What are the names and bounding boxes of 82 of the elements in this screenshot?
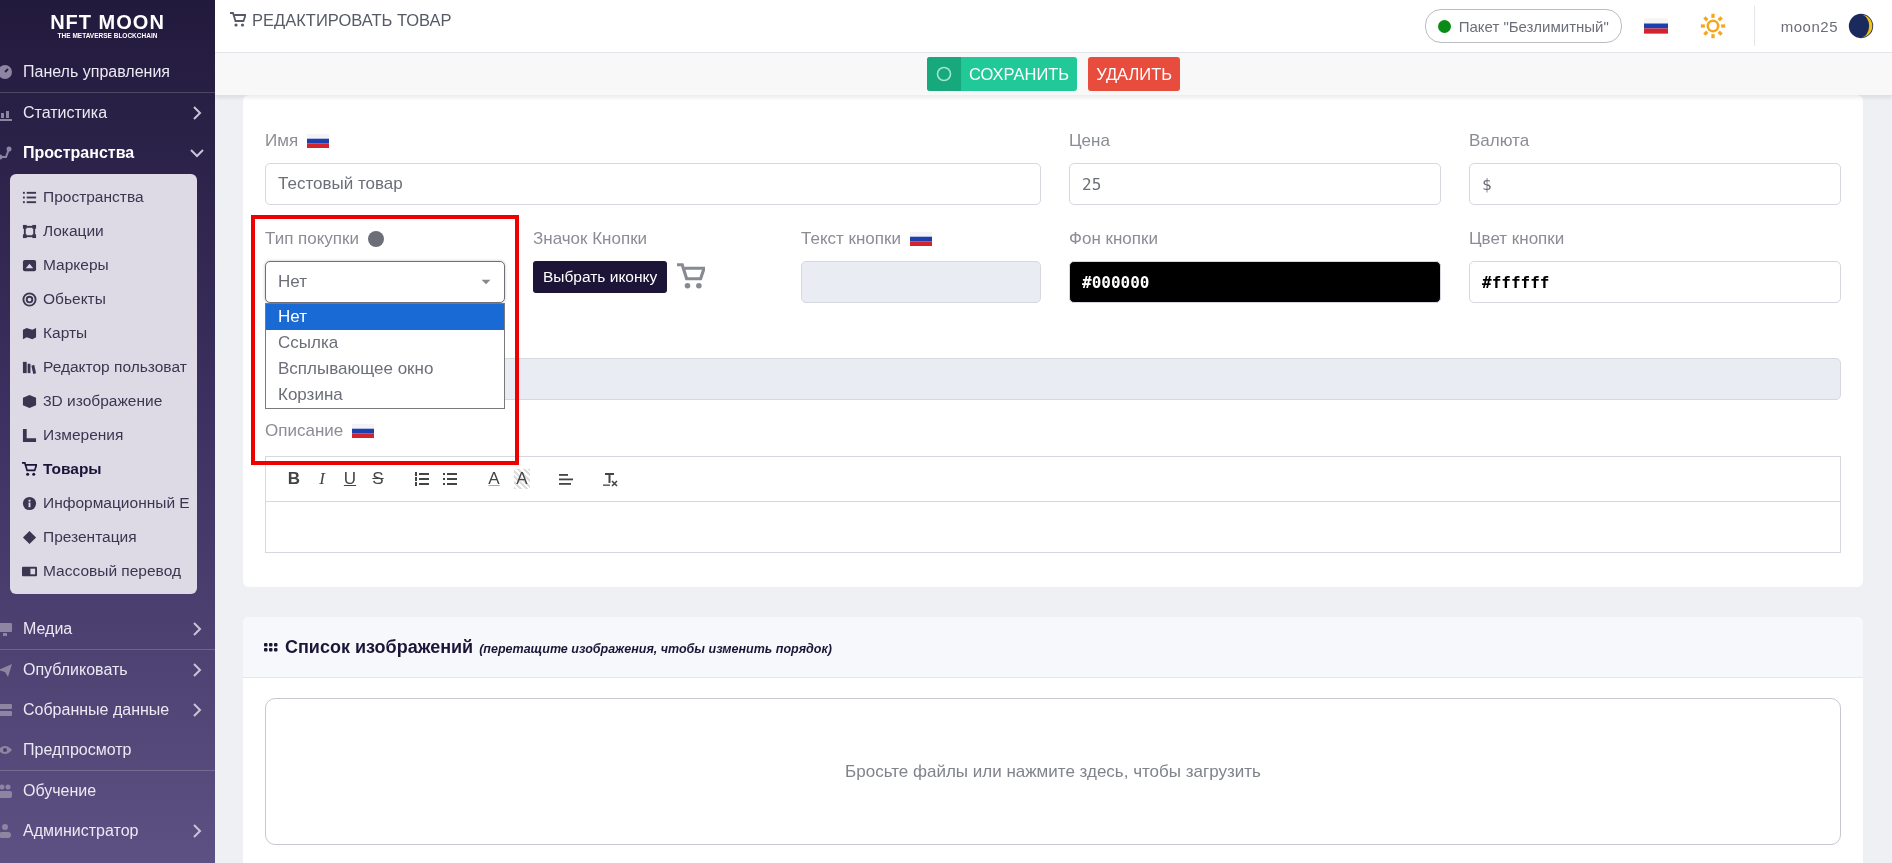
paper-plane-icon [0, 662, 13, 678]
submenu-item[interactable]: Карты [10, 316, 197, 350]
sidebar-item[interactable]: Предпросмотр [0, 730, 215, 770]
map-icon [22, 325, 37, 341]
ruler-icon [22, 427, 37, 443]
clear-format-icon [602, 471, 618, 487]
italic-button[interactable]: I [308, 465, 336, 493]
sidebar-item[interactable]: Пространства [0, 133, 215, 173]
submenu-item[interactable]: Презентация [10, 520, 197, 554]
submenu-item[interactable]: Товары [10, 452, 197, 486]
submenu-item[interactable]: Локации [10, 214, 197, 248]
section-title: Список изображений [285, 636, 474, 658]
sidebar-item[interactable]: Панель управления [0, 52, 215, 92]
target-icon [22, 291, 37, 307]
input-field[interactable]: #000000 [1069, 261, 1441, 303]
people-icon [0, 783, 13, 799]
monitor-icon [0, 621, 13, 637]
select-field[interactable]: Нет [265, 261, 505, 303]
delete-button[interactable]: УДАЛИТЬ [1088, 57, 1181, 91]
list-icon [22, 189, 37, 205]
logo-title: NFT MOON [50, 12, 165, 32]
user-icon [0, 823, 13, 839]
dropdown-option[interactable]: Корзина [266, 382, 504, 408]
server-icon [0, 702, 13, 718]
numbered-list-icon [414, 471, 430, 487]
input-field[interactable]: $ [1469, 163, 1841, 205]
cart-icon [22, 461, 37, 477]
bullet-list-icon [442, 471, 458, 487]
sidebar-item[interactable]: Собранные данные [0, 690, 215, 730]
books-icon [22, 359, 37, 375]
choose-icon-button[interactable]: Выбрать иконку [533, 261, 668, 293]
sidebar-item[interactable]: Статистика [0, 92, 215, 133]
input-field[interactable]: 25 [1069, 163, 1441, 205]
field-label: Имя [265, 131, 299, 151]
cart-icon [230, 12, 246, 28]
submenu-item[interactable]: 3D изображение [10, 384, 197, 418]
field-label: Цена [1069, 131, 1110, 151]
dropdown-option[interactable]: Всплывающее окно [266, 356, 504, 382]
bold-button[interactable]: B [280, 465, 308, 493]
field-label: Текст кнопки [801, 229, 901, 249]
russian-flag-icon[interactable] [1643, 18, 1668, 34]
diamond-icon [22, 529, 37, 545]
sidebar-item[interactable]: Обучение [0, 770, 215, 811]
nodes-icon [0, 145, 13, 161]
dropdown-option[interactable]: Нет [266, 304, 504, 330]
username[interactable]: moon25 [1780, 17, 1838, 35]
sidebar-item[interactable]: Администратор [0, 811, 215, 851]
dropdown-option[interactable]: Ссылка [266, 330, 504, 356]
align-left-icon [558, 471, 574, 487]
gauge-icon [0, 64, 13, 80]
font-color-button[interactable]: A [480, 465, 508, 493]
field-label: Цвет кнопки [1469, 229, 1565, 249]
field-label: Описание [265, 421, 344, 441]
sidebar-item[interactable]: Медиа [0, 609, 215, 649]
help-icon[interactable] [368, 231, 384, 247]
circle-icon [935, 66, 952, 82]
image-icon [22, 257, 37, 273]
field-label: Фон кнопки [1069, 229, 1158, 249]
input-field[interactable]: Тестовый товар [265, 163, 1041, 205]
info-icon [22, 495, 37, 511]
avatar-icon[interactable] [1848, 13, 1874, 39]
submenu-item[interactable]: Обьекты [10, 282, 197, 316]
sidebar-item[interactable]: Опубликовать [0, 649, 215, 690]
input-field[interactable]: #ffffff [1469, 261, 1841, 303]
vector-square-icon [22, 223, 37, 239]
submenu-item[interactable]: Информационный Е [10, 486, 197, 520]
file-dropzone[interactable]: Бросьте файлы или нажмите здесь, чтобы загрузить [265, 698, 1841, 845]
cart-icon [677, 263, 706, 291]
underline-button[interactable]: U [336, 465, 364, 493]
section-hint: (перетащите изображения, чтобы изменить порядок) [479, 641, 832, 656]
field-label: Значок Кнопки [533, 229, 648, 249]
submenu-item[interactable]: Измерения [10, 418, 197, 452]
page-title: РЕДАКТИРОВАТЬ ТОВАР [252, 10, 452, 30]
submenu-item[interactable]: Маркеры [10, 248, 197, 282]
field-label: Тип покупки [265, 229, 359, 249]
cube-icon [22, 393, 37, 409]
submenu-item[interactable]: Редактор пользоват [10, 350, 197, 384]
strike-button[interactable]: S [364, 465, 392, 493]
plan-badge[interactable]: Пакет "Безлимитный" [1424, 9, 1622, 43]
field-label: Валюта [1469, 131, 1530, 151]
submenu-item[interactable]: Массовый перевод [10, 554, 197, 588]
submenu-item[interactable]: Пространства [10, 180, 197, 214]
